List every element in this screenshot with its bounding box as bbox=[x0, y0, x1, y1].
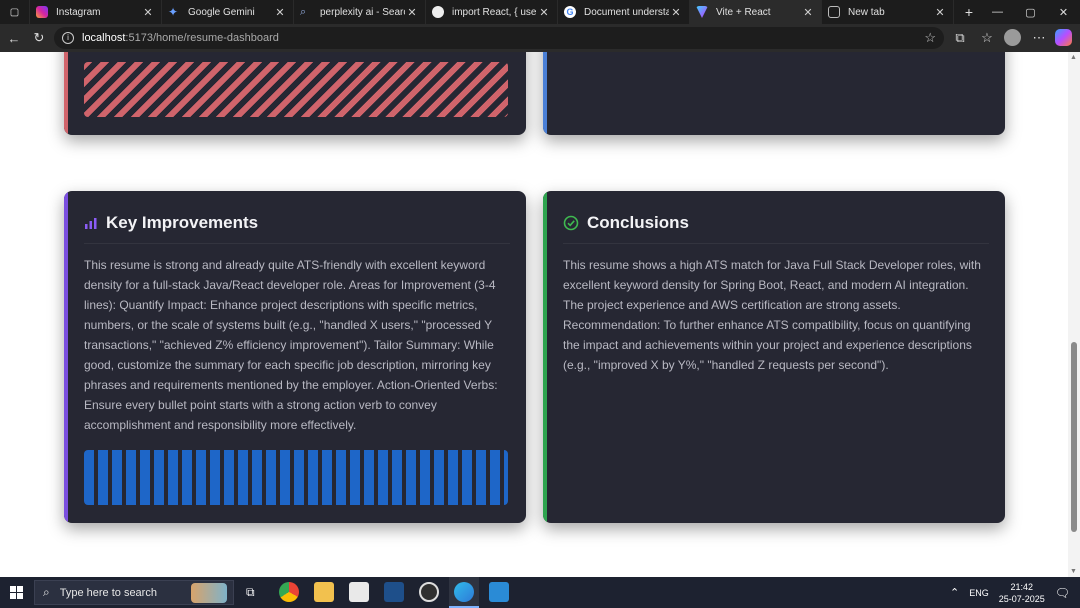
bar-chart-icon bbox=[85, 218, 97, 229]
tab-title: New tab bbox=[848, 6, 885, 18]
active-app-indicator bbox=[449, 577, 479, 608]
tab-title: Instagram bbox=[56, 6, 101, 18]
search-highlight-image bbox=[191, 583, 227, 603]
github-icon bbox=[432, 6, 444, 18]
new-tab-plus-icon[interactable]: + bbox=[954, 0, 984, 24]
url-host: localhost bbox=[82, 32, 126, 44]
close-icon[interactable]: ✕ bbox=[669, 6, 683, 19]
tab-document[interactable]: G Document understand ✕ bbox=[558, 0, 690, 24]
card-accent-bar bbox=[64, 52, 68, 135]
page-viewport: Key Improvements This resume is strong a… bbox=[0, 52, 1068, 577]
striped-progress-bar-blue bbox=[84, 450, 508, 505]
maximize-icon[interactable]: ▢ bbox=[1014, 0, 1047, 24]
tab-title: Google Gemini bbox=[188, 6, 255, 18]
tab-actions-icon[interactable]: ▢ bbox=[0, 0, 30, 24]
vscode-icon[interactable] bbox=[489, 582, 509, 602]
tab-title: import React, { useStat bbox=[452, 6, 537, 18]
gemini-icon: ✦ bbox=[168, 5, 179, 19]
vite-icon bbox=[696, 6, 708, 18]
refresh-icon[interactable]: ↻ bbox=[27, 26, 51, 50]
newtab-icon bbox=[828, 6, 840, 18]
address-bar-row: ← ↻ i localhost:5173/home/resume-dashboa… bbox=[0, 24, 1080, 52]
profile-avatar[interactable] bbox=[1004, 29, 1021, 46]
browser-tab-strip: ▢ Instagram ✕ ✦ Google Gemini ✕ ⌕ perple… bbox=[0, 0, 1080, 24]
page-scrollbar[interactable]: ▲ ▼ bbox=[1068, 52, 1080, 577]
card-accent-bar bbox=[543, 191, 547, 523]
store-icon[interactable] bbox=[349, 582, 369, 602]
more-menu-icon[interactable]: ⋯ bbox=[1027, 26, 1051, 50]
windows-taskbar: ⌕ Type here to search ⧉ ⌃ ENG 21:42 25-0… bbox=[0, 577, 1080, 608]
tab-gemini[interactable]: ✦ Google Gemini ✕ bbox=[162, 0, 294, 24]
taskbar-search-input[interactable]: ⌕ Type here to search bbox=[34, 580, 234, 605]
card-heading: Conclusions bbox=[563, 213, 689, 233]
scroll-up-arrow-icon[interactable]: ▲ bbox=[1070, 54, 1077, 61]
search-icon: ⌕ bbox=[300, 6, 307, 18]
system-tray: ⌃ ENG 21:42 25-07-2025 🗨 bbox=[950, 577, 1080, 608]
card-body-text: This resume shows a high ATS match for J… bbox=[563, 258, 981, 372]
divider bbox=[563, 243, 989, 244]
tab-perplexity[interactable]: ⌕ perplexity ai - Search ✕ bbox=[294, 0, 426, 24]
url-path: :5173/home/resume-dashboard bbox=[125, 32, 279, 44]
search-icon: ⌕ bbox=[43, 585, 50, 599]
close-icon[interactable]: ✕ bbox=[801, 6, 815, 19]
app-icon[interactable] bbox=[384, 582, 404, 602]
clock-time: 21:42 bbox=[1010, 581, 1033, 592]
site-info-icon[interactable]: i bbox=[62, 32, 74, 44]
copilot-icon[interactable] bbox=[1055, 29, 1072, 46]
favorite-star-icon[interactable]: ☆ bbox=[924, 30, 936, 46]
chevron-up-icon[interactable]: ⌃ bbox=[950, 586, 959, 599]
close-icon[interactable]: ✕ bbox=[537, 6, 551, 19]
file-explorer-icon[interactable] bbox=[314, 582, 334, 602]
tab-new-tab[interactable]: New tab ✕ bbox=[822, 0, 954, 24]
scroll-down-arrow-icon[interactable]: ▼ bbox=[1070, 568, 1077, 575]
tab-github[interactable]: import React, { useStat ✕ bbox=[426, 0, 558, 24]
key-improvements-card: Key Improvements This resume is strong a… bbox=[64, 191, 526, 523]
card-heading: Key Improvements bbox=[84, 213, 258, 233]
close-icon[interactable]: ✕ bbox=[405, 6, 419, 19]
extensions-icon[interactable]: ⧉ bbox=[948, 26, 972, 50]
favorites-icon[interactable]: ☆ bbox=[975, 26, 999, 50]
clock-date: 25-07-2025 bbox=[998, 593, 1045, 604]
check-circle-icon bbox=[563, 215, 579, 231]
tab-title: perplexity ai - Search bbox=[320, 6, 405, 18]
card-accent-bar bbox=[64, 191, 68, 523]
tab-title: Vite + React bbox=[716, 6, 771, 18]
notifications-icon[interactable]: 🗨 bbox=[1055, 586, 1070, 600]
github-desktop-icon[interactable] bbox=[419, 582, 439, 602]
chrome-icon[interactable] bbox=[279, 582, 299, 602]
window-controls: — ▢ ✕ bbox=[981, 0, 1080, 24]
close-window-icon[interactable]: ✕ bbox=[1047, 0, 1080, 24]
back-arrow-icon[interactable]: ← bbox=[2, 26, 26, 50]
tab-instagram[interactable]: Instagram ✕ bbox=[30, 0, 162, 24]
conclusions-card: Conclusions This resume shows a high ATS… bbox=[543, 191, 1005, 523]
card-accent-bar bbox=[543, 52, 547, 135]
divider bbox=[84, 243, 510, 244]
search-placeholder: Type here to search bbox=[59, 586, 157, 599]
task-view-icon[interactable]: ⧉ bbox=[246, 585, 255, 600]
instagram-icon bbox=[36, 6, 48, 18]
close-icon[interactable]: ✕ bbox=[141, 6, 155, 19]
close-icon[interactable]: ✕ bbox=[933, 6, 947, 19]
clock[interactable]: 21:42 25-07-2025 bbox=[999, 581, 1045, 605]
card-title: Conclusions bbox=[587, 213, 690, 232]
windows-start-icon[interactable] bbox=[10, 586, 23, 599]
language-indicator[interactable]: ENG bbox=[969, 588, 989, 598]
card-top-right bbox=[543, 52, 1005, 135]
scrollbar-thumb[interactable] bbox=[1071, 342, 1077, 532]
google-icon: G bbox=[564, 6, 576, 18]
card-body-text: This resume is strong and already quite … bbox=[84, 258, 498, 432]
url-input[interactable]: i localhost:5173/home/resume-dashboard ☆ bbox=[54, 27, 944, 49]
card-title: Key Improvements bbox=[106, 213, 259, 232]
minimize-icon[interactable]: — bbox=[981, 0, 1014, 24]
tab-vite-react[interactable]: Vite + React ✕ bbox=[690, 0, 822, 24]
close-icon[interactable]: ✕ bbox=[273, 6, 287, 19]
tab-title: Document understand bbox=[584, 6, 669, 18]
striped-progress-bar-red bbox=[84, 62, 508, 117]
card-top-left bbox=[64, 52, 526, 135]
